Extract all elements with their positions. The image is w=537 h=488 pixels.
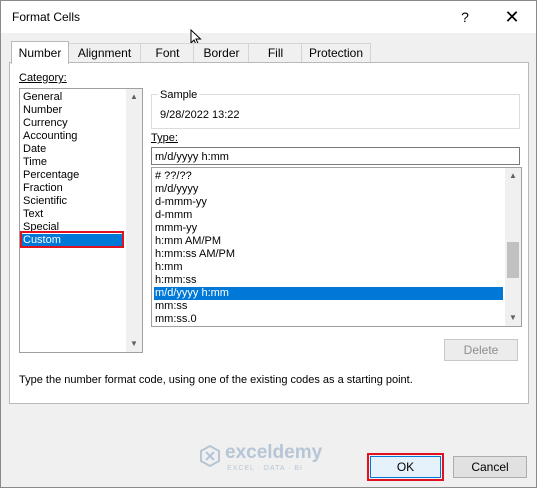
tab-font[interactable]: Font — [140, 43, 195, 63]
type-label: Type: — [151, 132, 178, 144]
scroll-up-arrow-icon[interactable]: ▲ — [126, 89, 142, 105]
format-item[interactable]: # ??/?? — [155, 170, 192, 183]
delete-button[interactable]: Delete — [444, 339, 518, 361]
number-tab-panel: Category: General Number Currency Accoun… — [9, 62, 529, 404]
scroll-down-arrow-icon[interactable]: ▼ — [126, 336, 142, 352]
format-item[interactable]: h:mm AM/PM — [155, 235, 221, 248]
scroll-thumb[interactable] — [507, 242, 519, 278]
hint-text: Type the number format code, using one o… — [19, 374, 413, 386]
type-format-list[interactable]: # ??/?? m/d/yyyy d-mmm-yy d-mmm mmm-yy h… — [151, 167, 522, 327]
category-item[interactable]: Text — [23, 208, 43, 221]
format-item[interactable]: mmm-yy — [155, 222, 197, 235]
format-item[interactable]: h:mm — [155, 261, 183, 274]
category-item[interactable]: Time — [23, 156, 47, 169]
category-item[interactable]: Percentage — [23, 169, 79, 182]
tab-border[interactable]: Border — [193, 43, 250, 63]
type-input[interactable]: m/d/yyyy h:mm — [151, 147, 520, 165]
close-button[interactable]: ✕ — [501, 6, 523, 28]
tab-protection[interactable]: Protection — [301, 43, 371, 63]
watermark-tagline: EXCEL · DATA · BI — [227, 465, 303, 472]
format-cells-dialog: Format Cells ? ✕ Number Alignment Font B… — [0, 0, 537, 488]
category-label: Category: — [19, 72, 67, 84]
ok-button[interactable]: OK — [370, 456, 441, 478]
category-item[interactable]: Fraction — [23, 182, 63, 195]
category-item[interactable]: Special — [23, 221, 59, 234]
type-list-scrollbar[interactable]: ▲ ▼ — [505, 168, 521, 326]
cancel-button[interactable]: Cancel — [453, 456, 527, 478]
format-item[interactable]: h:mm:ss — [155, 274, 197, 287]
format-item[interactable]: mm:ss — [155, 300, 187, 313]
dialog-title: Format Cells — [12, 10, 81, 24]
format-item[interactable]: mm:ss.0 — [155, 313, 197, 326]
category-item-custom[interactable]: Custom — [22, 234, 123, 247]
tab-fill[interactable]: Fill — [248, 43, 303, 63]
scroll-down-arrow-icon[interactable]: ▼ — [505, 310, 521, 326]
category-item[interactable]: General — [23, 91, 62, 104]
format-item[interactable]: m/d/yyyy — [155, 183, 198, 196]
tab-number[interactable]: Number — [11, 41, 69, 64]
category-item[interactable]: Accounting — [23, 130, 77, 143]
category-item[interactable]: Number — [23, 104, 62, 117]
watermark-name: exceldemy — [225, 442, 323, 463]
scroll-up-arrow-icon[interactable]: ▲ — [505, 168, 521, 184]
help-button[interactable]: ? — [454, 6, 476, 28]
category-item[interactable]: Scientific — [23, 195, 67, 208]
sample-label: Sample — [158, 89, 200, 101]
exceldemy-watermark: exceldemy EXCEL · DATA · BI — [199, 442, 322, 472]
format-item-selected[interactable]: m/d/yyyy h:mm — [154, 287, 503, 300]
tab-alignment[interactable]: Alignment — [67, 43, 142, 63]
sample-value: 9/28/2022 13:22 — [160, 109, 240, 121]
category-item[interactable]: Currency — [23, 117, 68, 130]
exceldemy-logo-icon — [200, 444, 220, 468]
format-item[interactable]: d-mmm — [155, 209, 192, 222]
sample-group: Sample 9/28/2022 13:22 — [151, 89, 520, 129]
format-item[interactable]: h:mm:ss AM/PM — [155, 248, 235, 261]
format-item[interactable]: d-mmm-yy — [155, 196, 207, 209]
category-list[interactable]: General Number Currency Accounting Date … — [19, 88, 143, 353]
title-bar: Format Cells ? ✕ — [1, 1, 536, 33]
category-item[interactable]: Date — [23, 143, 46, 156]
category-scrollbar[interactable]: ▲ ▼ — [126, 89, 142, 352]
